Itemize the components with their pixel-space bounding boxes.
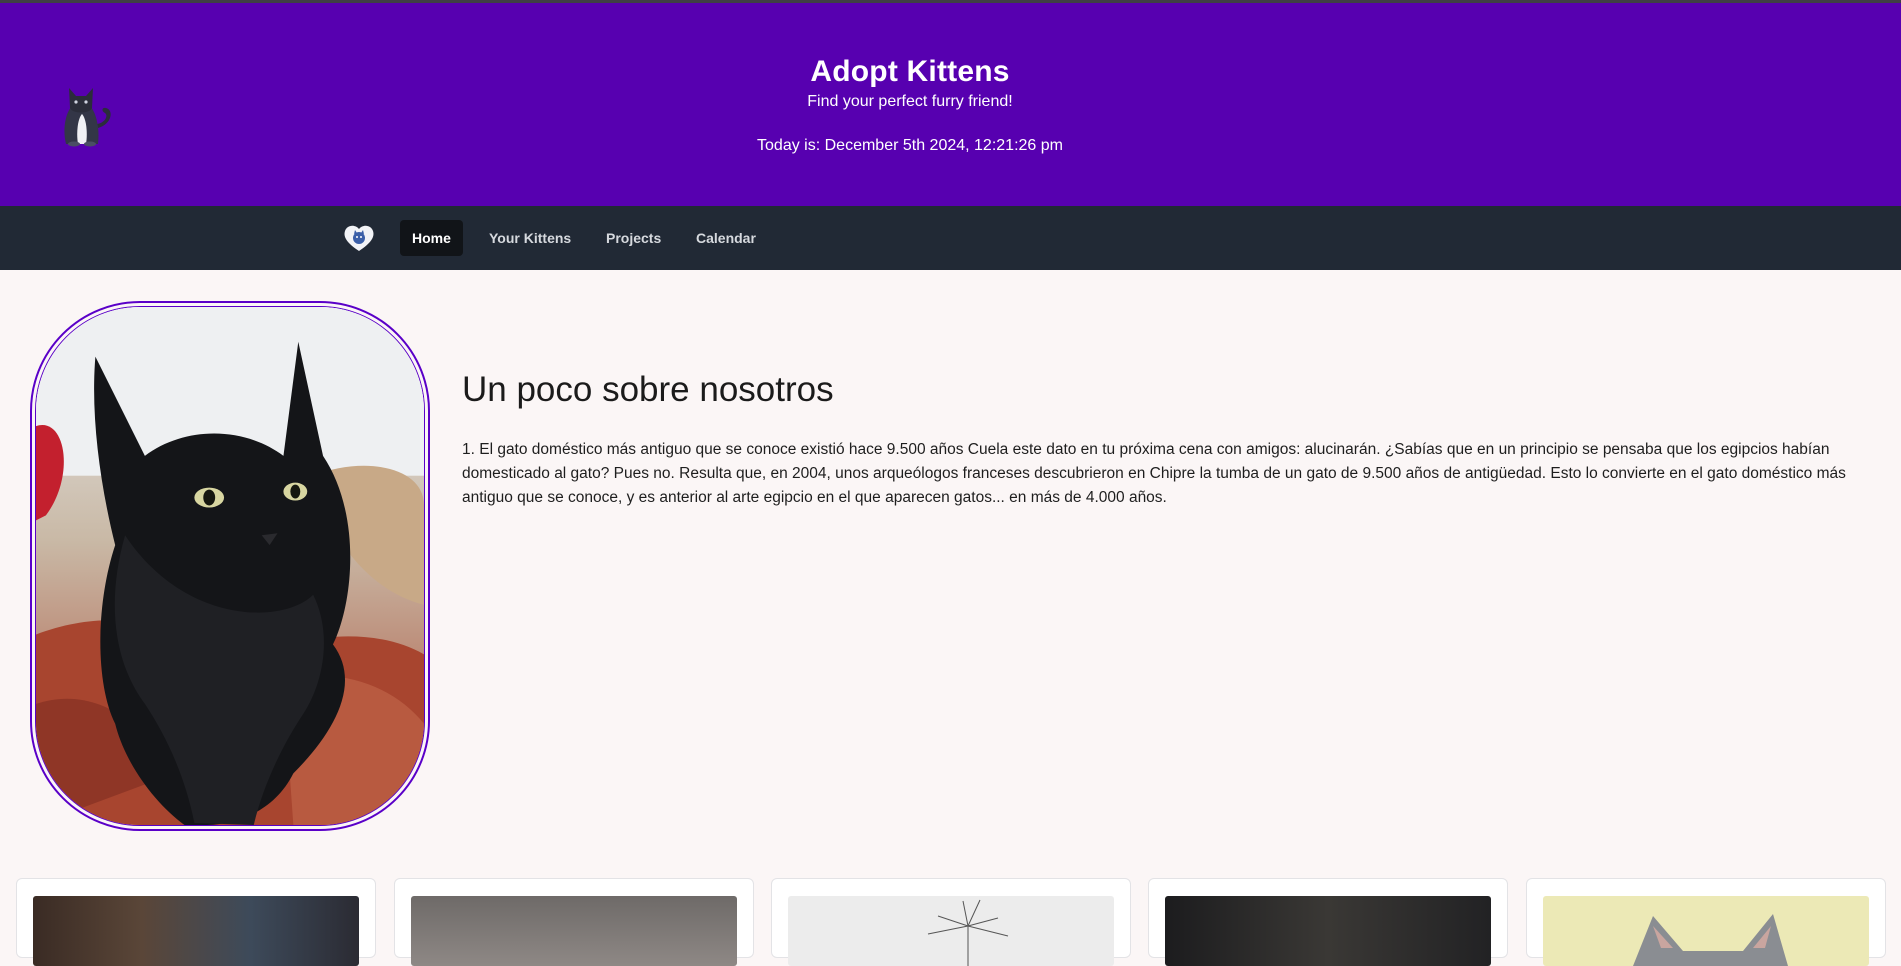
site-subtitle: Find your perfect furry friend!	[807, 93, 1013, 110]
nav-item-your-kittens[interactable]: Your Kittens	[477, 220, 583, 256]
dandelion-image	[927, 899, 1009, 966]
kitten-card-4[interactable]	[1148, 878, 1508, 966]
kitten-photo-4	[1165, 896, 1491, 966]
kitten-photo-3	[788, 896, 1114, 966]
about-text: 1. El gato doméstico más antiguo que se …	[462, 441, 1846, 506]
kitten-card-5[interactable]	[1526, 878, 1886, 966]
nav-item-home[interactable]: Home	[400, 220, 463, 256]
kitten-photo-1	[33, 896, 359, 966]
site-header: Adopt Kittens Find your perfect furry fr…	[0, 3, 1901, 206]
about-title: Un poco sobre nosotros	[462, 370, 834, 409]
date-prefix: Today is:	[757, 137, 821, 154]
site-title: Adopt Kittens	[810, 55, 1010, 88]
kitten-heart-logo-icon[interactable]	[343, 223, 375, 253]
kitten-card-1[interactable]	[16, 878, 376, 966]
nav-item-calendar[interactable]: Calendar	[684, 220, 768, 256]
date-value: December 5th 2024, 12:21:26 pm	[824, 137, 1063, 154]
nav-item-projects[interactable]: Projects	[594, 220, 673, 256]
kitten-photo-2	[411, 896, 737, 966]
main-navbar: Home Your Kittens Projects Calendar	[0, 206, 1901, 270]
kitten-card-3[interactable]	[771, 878, 1131, 966]
grey-kitten-ears-image	[1633, 914, 1788, 966]
about-cat-photo	[30, 301, 430, 831]
black-cat-image	[36, 307, 424, 825]
kitten-photo-5	[1543, 896, 1869, 966]
kitten-card-2[interactable]	[394, 878, 754, 966]
current-date: Today is: December 5th 2024, 12:21:26 pm	[0, 137, 1820, 155]
